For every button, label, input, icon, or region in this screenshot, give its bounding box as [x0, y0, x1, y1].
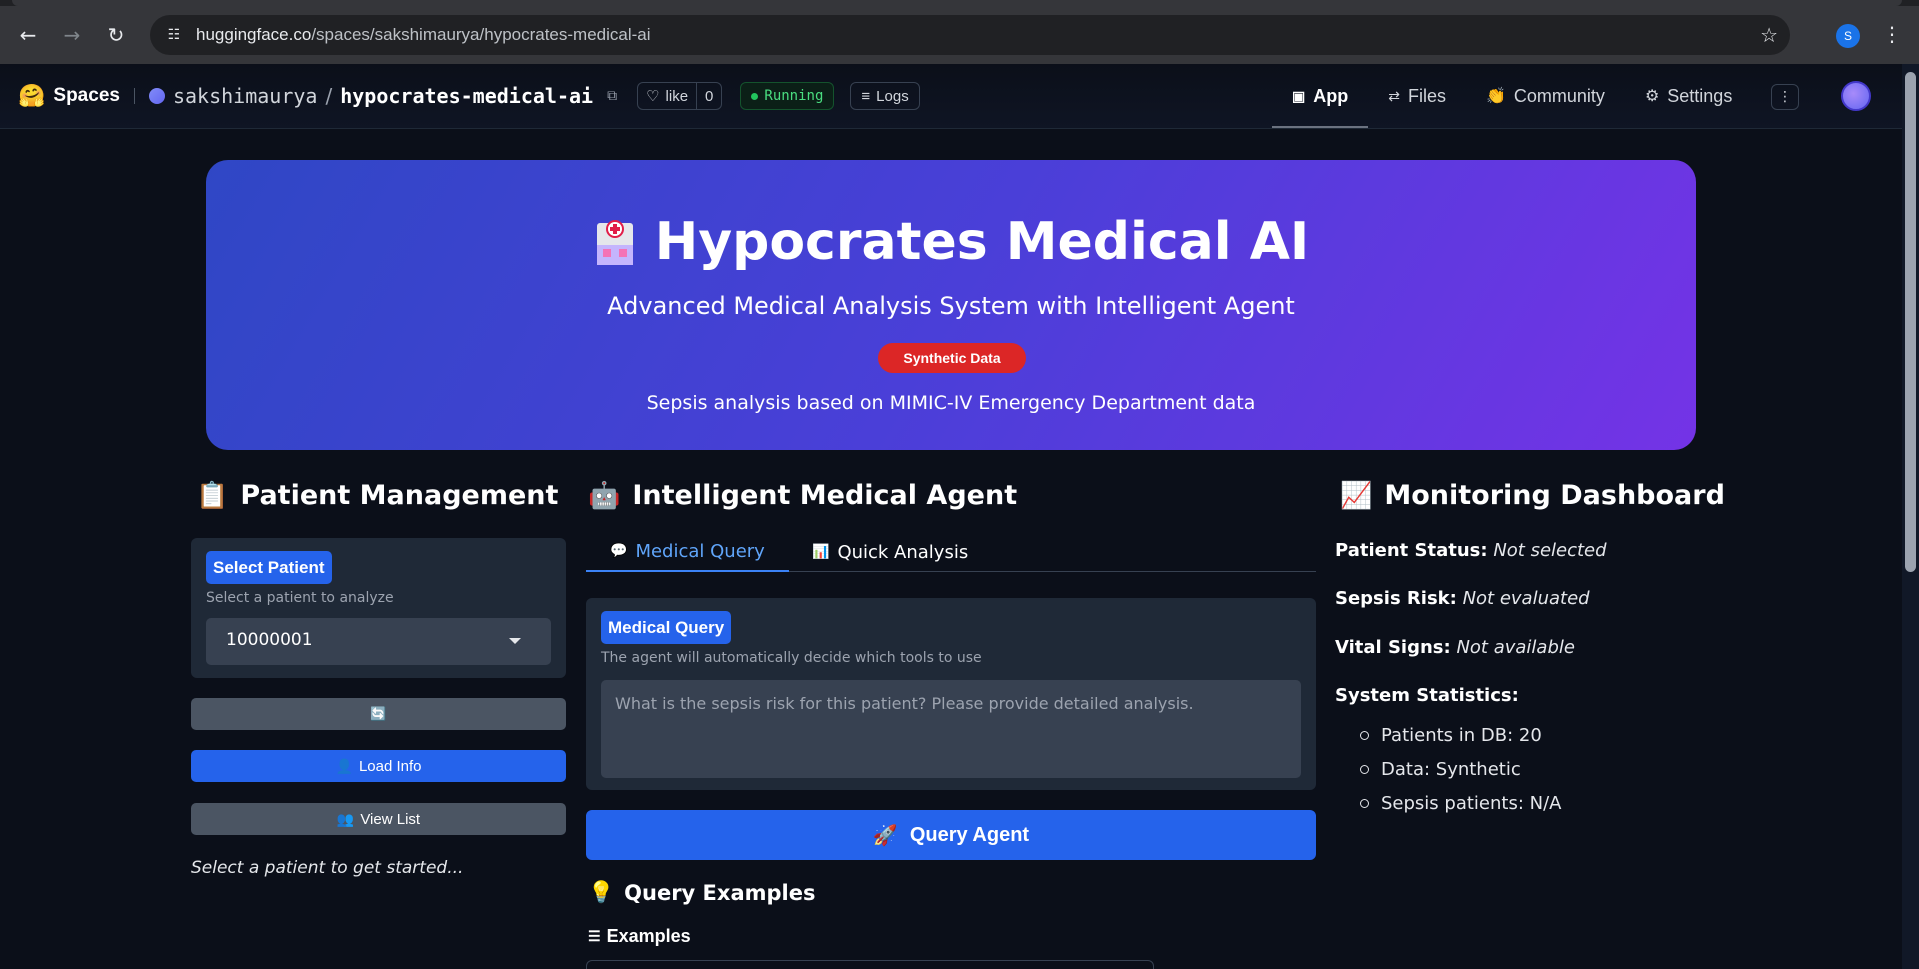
medical-query-input[interactable]: [601, 680, 1301, 778]
user-icon: 👤: [335, 757, 353, 774]
refresh-icon: 🔄: [370, 706, 387, 721]
synthetic-data-badge: Synthetic Data: [878, 343, 1026, 373]
owner-link[interactable]: sakshimaurya: [173, 84, 318, 108]
gear-icon: ⚙: [1644, 88, 1660, 105]
monitoring-title: 📈 Monitoring Dashboard: [1340, 480, 1725, 511]
list-item: Patients in DB: 20: [1360, 718, 1561, 752]
hf-space-header: 🤗 Spaces sakshimaurya / hypocrates-medical…: [0, 64, 1902, 129]
back-icon[interactable]: ←: [14, 21, 42, 49]
repo-name[interactable]: hypocrates-medical-ai: [340, 84, 593, 108]
query-agent-button[interactable]: 🚀 Query Agent: [586, 810, 1316, 860]
load-info-button[interactable]: 👤 Load Info: [191, 750, 566, 782]
header-divider: [133, 88, 135, 104]
list-item: Sepsis patients: N/A: [1360, 786, 1561, 820]
examples-label: ☰ Examples: [588, 926, 691, 946]
browser-toolbar: ← → ↻ ☷ huggingface.co/spaces/sakshimaur…: [0, 6, 1919, 64]
sepsis-risk: Sepsis Risk: Not evaluated: [1335, 588, 1590, 609]
app-subtitle: Advanced Medical Analysis System with In…: [607, 292, 1295, 320]
patient-dropdown[interactable]: 10000001: [206, 618, 551, 665]
copy-icon[interactable]: ⧉: [607, 88, 617, 104]
tab-medical-query[interactable]: 💬 Medical Query: [586, 532, 789, 572]
list-icon: ☰: [588, 928, 601, 944]
rocket-icon: 🚀: [872, 824, 898, 847]
tab-quick-analysis[interactable]: 📊 Quick Analysis: [788, 532, 992, 572]
medical-query-label: Medical Query: [601, 611, 732, 644]
patient-management-title: 📋 Patient Management: [196, 480, 559, 511]
hero-banner: Hypocrates Medical AI Advanced Medical A…: [206, 160, 1696, 450]
patient-select-block: Select Patient Select a patient to analy…: [191, 538, 566, 678]
spaces-link[interactable]: Spaces: [53, 85, 120, 107]
scrollbar-thumb[interactable]: [1905, 72, 1916, 572]
tab-settings[interactable]: ⚙ Settings: [1625, 64, 1752, 128]
patient-dropdown-value: 10000001: [226, 630, 313, 650]
tab-app[interactable]: ▣ App: [1272, 64, 1369, 128]
site-info-icon[interactable]: ☷: [164, 25, 184, 45]
tab-community[interactable]: 👏 Community: [1466, 64, 1625, 128]
examples-table[interactable]: [586, 960, 1154, 969]
heart-icon: ♡: [646, 88, 660, 105]
list-item: Data: Synthetic: [1360, 752, 1561, 786]
refresh-button[interactable]: 🔄: [191, 698, 566, 730]
chevron-down-icon: [509, 638, 521, 644]
status-dot-icon: [751, 92, 759, 100]
lightbulb-icon: 💡: [588, 880, 615, 904]
browser-profile-avatar[interactable]: S: [1836, 24, 1860, 48]
robot-icon: 🤖: [588, 480, 621, 511]
hospital-icon: [593, 215, 637, 265]
like-label: like: [665, 87, 689, 105]
system-statistics-label: System Statistics:: [1335, 685, 1519, 706]
bookmark-star-icon[interactable]: ☆: [1760, 23, 1778, 47]
app-title: Hypocrates Medical AI: [206, 212, 1696, 272]
hugging-face-logo-icon[interactable]: 🤗: [18, 84, 45, 109]
logs-button[interactable]: ≡ Logs: [850, 82, 920, 110]
data-source-note: Sepsis analysis based on MIMIC-IV Emerge…: [646, 392, 1256, 414]
agent-tabs: 💬 Medical Query 📊 Quick Analysis: [586, 532, 1316, 572]
logs-icon: ≡: [861, 87, 871, 105]
status-badge[interactable]: Running: [740, 82, 835, 110]
files-icon: ⇄: [1388, 87, 1400, 104]
vital-signs: Vital Signs: Not available: [1335, 637, 1575, 658]
get-started-hint: Select a patient to get started...: [191, 858, 464, 878]
clipboard-icon: 📋: [196, 480, 229, 511]
medical-query-info: The agent will automatically decide whic…: [601, 650, 982, 666]
view-list-button[interactable]: 👥 View List: [191, 803, 566, 835]
chart-up-icon: 📈: [1340, 480, 1373, 511]
like-count: 0: [705, 87, 714, 105]
system-statistics-list: Patients in DB: 20 Data: Synthetic Sepsi…: [1360, 718, 1561, 820]
like-button[interactable]: ♡ like 0: [637, 82, 723, 110]
tab-files[interactable]: ⇄ Files: [1368, 64, 1466, 128]
page-scrollbar[interactable]: [1902, 64, 1919, 969]
browser-menu-icon[interactable]: ⋮: [1882, 22, 1902, 46]
speech-bubble-icon: 💬: [610, 543, 628, 559]
more-options-icon[interactable]: ⋮: [1771, 84, 1799, 110]
forward-icon[interactable]: →: [58, 21, 86, 49]
address-bar[interactable]: ☷ huggingface.co/spaces/sakshimaurya/hyp…: [150, 15, 1790, 55]
community-icon: 👏: [1485, 88, 1506, 105]
users-icon: 👥: [336, 810, 355, 827]
path-separator: /: [325, 84, 333, 108]
url-text[interactable]: huggingface.co/spaces/sakshimaurya/hypoc…: [196, 25, 651, 45]
cube-icon: ▣: [1292, 87, 1306, 104]
bar-chart-icon: 📊: [812, 544, 830, 560]
owner-avatar: [148, 88, 165, 104]
query-examples-title: 💡 Query Examples: [588, 880, 816, 905]
reload-icon[interactable]: ↻: [102, 21, 130, 49]
agent-title: 🤖 Intelligent Medical Agent: [588, 480, 1018, 511]
select-patient-info: Select a patient to analyze: [206, 590, 394, 606]
patient-status: Patient Status: Not selected: [1335, 540, 1607, 561]
space-nav: ▣ App ⇄ Files 👏 Community ⚙ Settings: [1272, 64, 1752, 128]
select-patient-label: Select Patient: [206, 551, 332, 584]
user-avatar[interactable]: [1841, 81, 1871, 111]
